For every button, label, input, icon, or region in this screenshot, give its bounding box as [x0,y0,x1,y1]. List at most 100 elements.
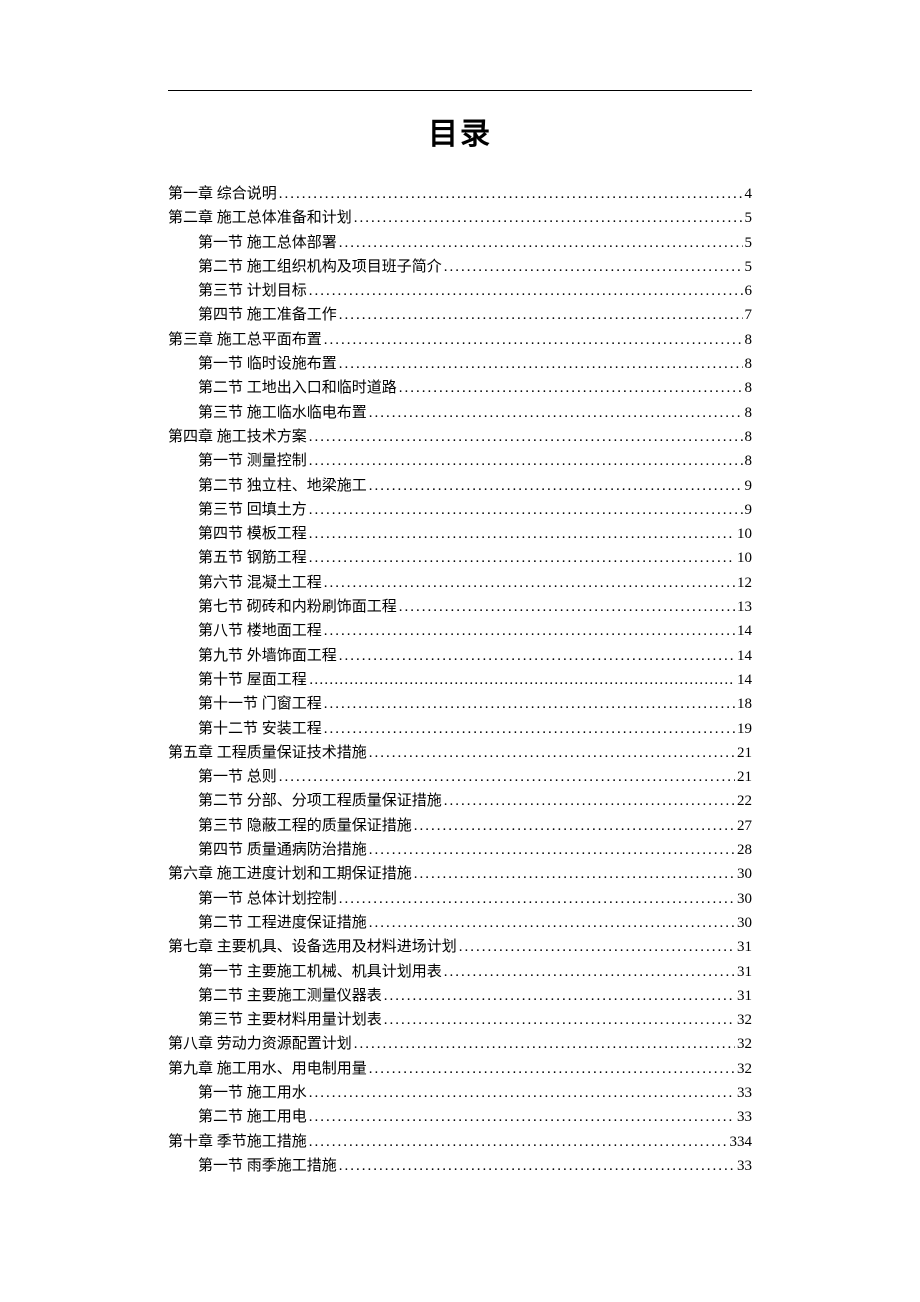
toc-page-number: 32 [737,1062,752,1077]
toc-leader [369,406,743,421]
toc-leader [339,236,743,251]
toc-label: 第六章 施工进度计划和工期保证措施 [168,867,412,882]
toc-entry: 第六章 施工进度计划和工期保证措施30 [168,867,752,882]
toc-page-number: 10 [737,551,752,566]
toc-entry: 第三节 隐蔽工程的质量保证措施27 [168,819,752,834]
toc-page-number: 14 [737,624,752,639]
toc-page-number: 18 [737,697,752,712]
toc-entry: 第六节 混凝土工程12 [168,576,752,591]
toc-entry: 第十章 季节施工措施 334 [168,1135,752,1150]
toc-leader [369,916,735,931]
toc-leader [339,892,735,907]
toc-entry: 第一节 临时设施布置 8 [168,357,752,372]
toc-label: 第三节 回填土方 [198,503,307,518]
toc-leader [309,673,735,688]
toc-entry: 第八节 楼地面工程 14 [168,624,752,639]
toc-page-number: 22 [737,794,752,809]
toc-leader [444,965,735,980]
toc-page-number: 5 [745,211,753,226]
toc-entry: 第九节 外墙饰面工程14 [168,649,752,664]
toc-page-number: 32 [737,1037,752,1052]
toc-label: 第九章 施工用水、用电制用量 [168,1062,367,1077]
toc-leader [309,284,743,299]
toc-leader [324,333,743,348]
toc-leader [324,722,735,737]
toc-label: 第十二节 安装工程 [198,722,322,737]
top-rule [168,90,752,91]
toc-page-number: 31 [737,989,752,1004]
toc-entry: 第二节 工程进度保证措施30 [168,916,752,931]
toc-entry: 第四章 施工技术方案8 [168,430,752,445]
toc-page-number: 9 [745,503,753,518]
toc-leader [279,187,743,202]
toc-label: 第十一节 门窗工程 [198,697,322,712]
toc-page-number: 7 [745,308,753,323]
toc-label: 第四节 施工准备工作 [198,308,337,323]
toc-entry: 第七章 主要机具、设备选用及材料进场计划31 [168,940,752,955]
toc-entry: 第二节 分部、分项工程质量保证措施 22 [168,794,752,809]
toc-leader [369,746,735,761]
table-of-contents: 第一章 综合说明4第二章 施工总体准备和计划5第一节 施工总体部署5第二节 施工… [168,187,752,1174]
toc-leader [309,430,743,445]
toc-entry: 第二节 工地出入口和临时道路 8 [168,381,752,396]
toc-page-number: 31 [737,940,752,955]
toc-page-number: 5 [745,236,753,251]
toc-leader [384,989,735,1004]
toc-page-number: 30 [737,892,752,907]
toc-entry: 第五章 工程质量保证技术措施 21 [168,746,752,761]
page-container: 目录 第一章 综合说明4第二章 施工总体准备和计划5第一节 施工总体部署5第二节… [0,90,920,1174]
toc-page-number: 28 [737,843,752,858]
toc-label: 第二节 独立柱、地梁施工 [198,479,367,494]
toc-page-number: 8 [745,454,753,469]
toc-page-number: 21 [737,746,752,761]
toc-page-number: 19 [737,722,752,737]
toc-leader [339,649,735,664]
toc-page-number: 21 [737,770,752,785]
toc-entry: 第三节 计划目标6 [168,284,752,299]
toc-label: 第四节 质量通病防治措施 [198,843,367,858]
toc-label: 第三节 施工临水临电布置 [198,406,367,421]
toc-leader [354,211,743,226]
toc-page-number: 6 [745,284,753,299]
toc-label: 第一节 主要施工机械、机具计划用表 [198,965,442,980]
toc-page-number: 334 [730,1135,753,1150]
toc-page-number: 27 [737,819,752,834]
toc-page-number: 12 [737,576,752,591]
toc-entry: 第十一节 门窗工程 18 [168,697,752,712]
toc-leader [369,1062,735,1077]
toc-page-number: 13 [737,600,752,615]
toc-leader [309,1086,735,1101]
toc-entry: 第三节 施工临水临电布置8 [168,406,752,421]
toc-leader [324,697,735,712]
toc-leader [444,260,743,275]
toc-page-number: 8 [745,381,753,396]
toc-label: 第二节 工地出入口和临时道路 [198,381,397,396]
toc-label: 第一节 施工总体部署 [198,236,337,251]
toc-page-number: 31 [737,965,752,980]
toc-label: 第八节 楼地面工程 [198,624,322,639]
toc-label: 第一节 总体计划控制 [198,892,337,907]
toc-label: 第一节 临时设施布置 [198,357,337,372]
toc-entry: 第四节 模板工程10 [168,527,752,542]
toc-label: 第一节 雨季施工措施 [198,1159,337,1174]
toc-label: 第一节 施工用水 [198,1086,307,1101]
toc-label: 第十章 季节施工措施 [168,1135,307,1150]
toc-page-number: 8 [745,333,753,348]
toc-leader [279,770,735,785]
toc-page-number: 8 [745,357,753,372]
page-title: 目录 [168,109,752,153]
toc-leader [309,503,743,518]
toc-entry: 第八章 劳动力资源配置计划32 [168,1037,752,1052]
toc-leader [309,551,735,566]
toc-label: 第二节 分部、分项工程质量保证措施 [198,794,442,809]
toc-page-number: 5 [745,260,753,275]
toc-leader [324,624,735,639]
toc-label: 第二节 主要施工测量仪器表 [198,989,382,1004]
toc-label: 第二节 施工用电 [198,1110,307,1125]
toc-entry: 第七节 砌砖和内粉刷饰面工程 13 [168,600,752,615]
toc-label: 第五章 工程质量保证技术措施 [168,746,367,761]
toc-label: 第七节 砌砖和内粉刷饰面工程 [198,600,397,615]
toc-entry: 第二节 独立柱、地梁施工9 [168,479,752,494]
toc-leader [339,1159,735,1174]
toc-entry: 第一节 总体计划控制 30 [168,892,752,907]
